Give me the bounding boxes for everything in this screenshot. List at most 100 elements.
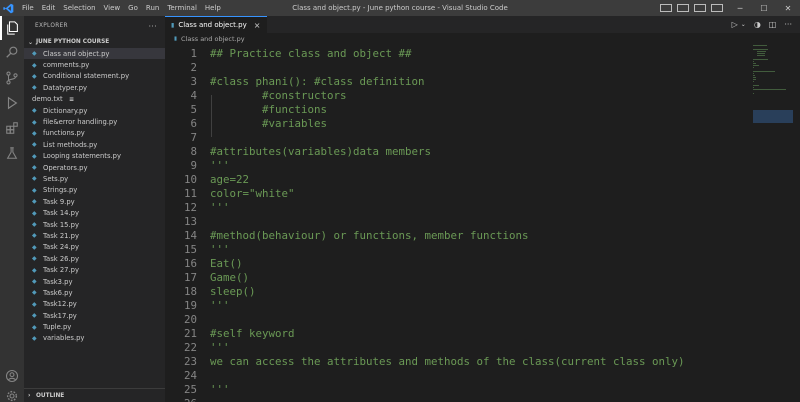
file-item[interactable]: ◆ Class and object.py	[24, 48, 165, 60]
line-number: 21	[183, 326, 197, 340]
testing-icon[interactable]	[0, 141, 24, 165]
python-file-icon: ▮	[171, 21, 175, 29]
file-item[interactable]: ◆ Task 21.py	[24, 230, 165, 241]
menu-help[interactable]: Help	[205, 4, 221, 12]
code-line: 15 '''	[165, 242, 745, 256]
file-item[interactable]: ◆ comments.py	[24, 59, 165, 70]
file-item[interactable]: ◆ Operators.py	[24, 162, 165, 173]
file-item[interactable]: ◆ Task12.py	[24, 299, 165, 310]
code-text: #functions	[210, 102, 328, 116]
line-number: 8	[190, 144, 197, 158]
code-text: #variables	[210, 116, 328, 130]
window-controls: ─ ☐ ✕	[660, 0, 800, 16]
split-editor-icon[interactable]: ◫	[769, 20, 777, 29]
file-name: demo.txt	[32, 95, 63, 104]
chevron-down-icon[interactable]: ⌄	[741, 21, 746, 28]
file-item[interactable]: ◆ variables.py	[24, 333, 165, 344]
file-item[interactable]: ◆ List methods.py	[24, 139, 165, 150]
minimap-line	[753, 59, 769, 60]
file-item[interactable]: ≡ demo.txt	[24, 94, 165, 105]
file-item[interactable]: ◆ Sets.py	[24, 173, 165, 184]
line-number: 9	[190, 158, 197, 172]
file-item[interactable]: ◆ Strings.py	[24, 185, 165, 196]
folder-header[interactable]: ⌄ JUNE PYTHON COURSE	[24, 36, 165, 48]
file-item[interactable]: ◆ file&error handling.py	[24, 116, 165, 127]
code-text: #attributes(variables)data members	[210, 144, 432, 158]
search-icon[interactable]	[0, 40, 24, 64]
menu-edit[interactable]: Edit	[42, 4, 56, 12]
more-actions-icon[interactable]: ···	[784, 20, 792, 29]
file-name: Task 27.py	[43, 266, 79, 275]
minimap-line	[756, 51, 767, 52]
file-item[interactable]: ◆ Tuple.py	[24, 321, 165, 332]
compare-icon[interactable]: ◑	[754, 20, 761, 29]
minimap-line	[753, 85, 759, 86]
code-text: '''	[210, 298, 230, 312]
code-editor[interactable]: 1 ## Practice class and object ## 2 3 #class…	[165, 46, 745, 402]
file-item[interactable]: ◆ Task 26.py	[24, 253, 165, 264]
menu-run[interactable]: Run	[146, 4, 159, 12]
toggle-panel-icon[interactable]	[677, 4, 689, 12]
close-window-button[interactable]: ✕	[776, 4, 800, 13]
customize-layout-icon[interactable]	[711, 4, 723, 12]
file-item[interactable]: ◆ Task 14.py	[24, 207, 165, 218]
minimap-slider[interactable]	[753, 110, 793, 123]
code-line: 7	[165, 130, 745, 144]
line-number: 24	[183, 368, 197, 382]
file-item[interactable]: ◆ Looping statements.py	[24, 151, 165, 162]
menu-file[interactable]: File	[22, 4, 34, 12]
line-number: 7	[190, 130, 197, 144]
toggle-secondary-sidebar-icon[interactable]	[694, 4, 706, 12]
code-line: 6 #variables	[165, 116, 745, 130]
file-item[interactable]: ◆ Conditional statement.py	[24, 71, 165, 82]
chevron-down-icon: ⌄	[28, 38, 34, 46]
run-file-icon[interactable]: ▷	[732, 20, 738, 29]
outline-section[interactable]: › OUTLINE	[24, 388, 165, 402]
file-item[interactable]: ◆ Dictionary.py	[24, 105, 165, 116]
line-number: 17	[183, 270, 197, 284]
file-item[interactable]: ◆ Task6.py	[24, 287, 165, 298]
file-item[interactable]: ◆ Task3.py	[24, 276, 165, 287]
more-actions-icon[interactable]: ···	[148, 22, 157, 31]
code-line: 8 #attributes(variables)data members	[165, 144, 745, 158]
toggle-sidebar-icon[interactable]	[660, 4, 672, 12]
file-item[interactable]: ◆ Task 9.py	[24, 196, 165, 207]
python-file-icon: ◆	[32, 61, 37, 69]
maximize-button[interactable]: ☐	[752, 4, 776, 13]
code-text: #self keyword	[210, 326, 295, 340]
close-icon[interactable]: ×	[254, 21, 261, 30]
source-control-icon[interactable]	[0, 66, 24, 90]
python-file-icon: ◆	[32, 334, 37, 342]
file-name: Looping statements.py	[43, 152, 122, 161]
manage-gear-icon[interactable]	[0, 384, 24, 402]
explorer-icon[interactable]	[0, 16, 24, 40]
breadcrumb-file: Class and object.py	[181, 35, 245, 43]
menu-selection[interactable]: Selection	[63, 4, 95, 12]
file-item[interactable]: ◆ Datatyper.py	[24, 82, 165, 93]
file-name: Task6.py	[43, 288, 73, 297]
file-name: Tuple.py	[43, 323, 72, 332]
python-file-icon: ◆	[32, 289, 37, 297]
python-file-icon: ◆	[32, 72, 37, 80]
menu-terminal[interactable]: Terminal	[167, 4, 197, 12]
python-file-icon: ◆	[32, 232, 37, 240]
menu-view[interactable]: View	[104, 4, 121, 12]
minimap[interactable]	[750, 33, 800, 402]
explorer-header: EXPLORER ···	[24, 16, 165, 36]
minimap-line	[753, 87, 755, 88]
code-text: '''	[210, 340, 230, 354]
menu-go[interactable]: Go	[128, 4, 138, 12]
file-item[interactable]: ◆ Task 27.py	[24, 264, 165, 275]
run-debug-icon[interactable]	[0, 91, 24, 115]
code-text: we can access the attributes and methods…	[210, 354, 685, 368]
file-item[interactable]: ◆ functions.py	[24, 128, 165, 139]
file-item[interactable]: ◆ Task 15.py	[24, 219, 165, 230]
file-item[interactable]: ◆ Task17.py	[24, 310, 165, 321]
file-name: file&error handling.py	[43, 118, 118, 127]
minimize-button[interactable]: ─	[728, 4, 752, 13]
tab-class-and-object[interactable]: ▮ Class and object.py ×	[165, 16, 268, 33]
breadcrumb[interactable]: ▮ Class and object.py	[165, 33, 800, 45]
extensions-icon[interactable]	[0, 116, 24, 140]
code-line: 12 '''	[165, 200, 745, 214]
file-item[interactable]: ◆ Task 24.py	[24, 242, 165, 253]
